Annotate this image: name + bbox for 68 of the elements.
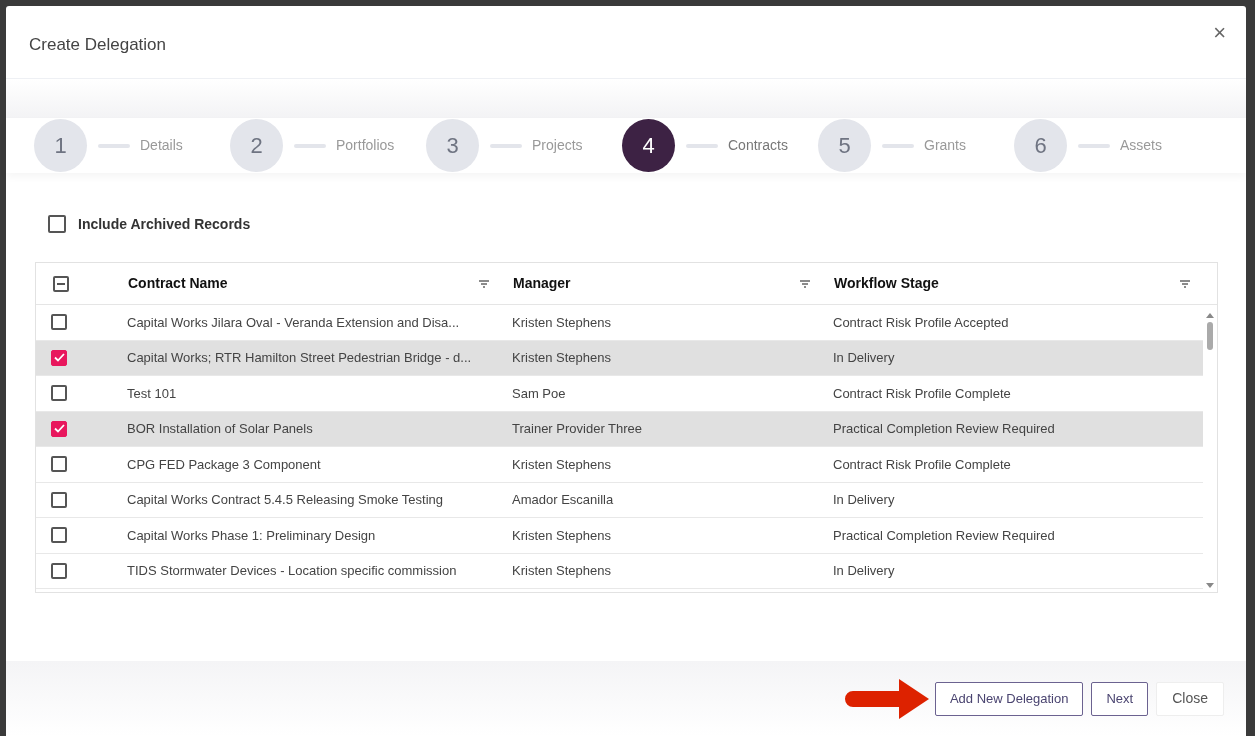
table-cell-text: In Delivery: [832, 349, 895, 367]
table-cell-text: Contract Risk Profile Complete: [832, 384, 1011, 403]
table-cell-text: Kristen Stephens: [511, 526, 612, 545]
step-connector: [1078, 143, 1110, 148]
scroll-up-icon[interactable]: [1206, 313, 1214, 318]
arrow-icon: [842, 678, 929, 719]
step-connector: [98, 143, 130, 148]
action-button[interactable]: Add New Delegation: [934, 681, 1084, 716]
step-number[interactable]: 6: [1014, 119, 1067, 172]
checkbox[interactable]: [51, 562, 67, 579]
table-cell-text: Contract Risk Profile Accepted: [832, 313, 1009, 332]
close-button[interactable]: Close: [1156, 681, 1224, 716]
step-connector: [882, 143, 914, 148]
checkbox[interactable]: [51, 314, 67, 331]
table-cell-text: Capital Works Phase 1: Preliminary Design: [126, 526, 377, 545]
step-number[interactable]: 3: [426, 119, 479, 172]
table-cell-text: Amador Escanilla: [511, 491, 615, 509]
step-number[interactable]: 2: [230, 119, 283, 172]
step-number[interactable]: 5: [818, 119, 871, 172]
select-all-checkbox[interactable]: [53, 275, 69, 292]
table-cell-text: Practical Completion Review Required: [832, 420, 1055, 438]
table-cell-text: Kristen Stephens: [511, 562, 612, 580]
table-cell-text: BOR Installation of Solar Panels: [126, 420, 314, 438]
checkbox[interactable]: [51, 491, 67, 508]
table-cell-text: Kristen Stephens: [511, 313, 612, 332]
table-row[interactable]: BOR Installation of Solar Panels Trainer Provider Three Practical Completion Review Required: [36, 411, 1203, 447]
table-cell-text: Contract Risk Profile Complete: [832, 455, 1011, 474]
table-cell-text: Capital Works Jilara Oval - Veranda Extension and Disa...: [126, 313, 461, 332]
checkbox-label: Include Archived Records: [78, 214, 251, 234]
action-button[interactable]: Next: [1091, 681, 1149, 716]
column-header[interactable]: Contract Name: [128, 273, 228, 294]
checkbox[interactable]: [51, 527, 67, 544]
filter-icon[interactable]: [1180, 279, 1190, 288]
table-cell-text: CPG FED Package 3 Component: [126, 455, 322, 474]
checkbox[interactable]: [51, 420, 67, 437]
table-cell-text: Kristen Stephens: [511, 349, 612, 367]
scrollbar-thumb[interactable]: [1207, 322, 1213, 350]
column-header[interactable]: Manager: [513, 273, 571, 294]
filter-icon[interactable]: [800, 279, 810, 288]
checkbox[interactable]: [51, 456, 67, 473]
table-cell-text: In Delivery: [832, 491, 895, 509]
table-cell-text: In Delivery: [832, 562, 895, 580]
step-number[interactable]: 1: [34, 119, 87, 172]
column-header[interactable]: Workflow Stage: [834, 273, 939, 294]
step-number[interactable]: 4: [622, 119, 675, 172]
table-cell-text: TIDS Stormwater Devices - Location specific commission: [126, 562, 458, 580]
minus-icon: [57, 282, 65, 285]
checkbox[interactable]: [48, 215, 66, 233]
check-icon: [53, 424, 65, 434]
step-connector: [294, 143, 326, 148]
table-cell-text: Practical Completion Review Required: [832, 526, 1055, 545]
check-icon: [53, 353, 65, 363]
scroll-down-icon[interactable]: [1206, 583, 1214, 588]
table-cell-text: Trainer Provider Three: [511, 420, 644, 438]
close-button[interactable]: ×: [1213, 22, 1226, 44]
dialog-title: Create Delegation: [29, 34, 167, 56]
table-cell-text: Capital Works Contract 5.4.5 Releasing Smoke Testing: [126, 491, 444, 509]
table-row[interactable]: Capital Works; RTR Hamilton Street Pedestrian Bridge - d... Kristen Stephens In Delivery: [36, 340, 1203, 376]
step-label[interactable]: Contracts: [728, 135, 788, 156]
table-cell-text: Kristen Stephens: [511, 455, 612, 474]
filter-icon[interactable]: [479, 279, 489, 288]
checkbox[interactable]: [51, 349, 67, 366]
checkbox[interactable]: [51, 385, 67, 402]
step-connector: [686, 143, 718, 148]
table-cell-text: Test 101: [126, 384, 178, 403]
table-cell-text: Capital Works; RTR Hamilton Street Pedestrian Bridge - d...: [126, 349, 473, 367]
table-cell-text: Sam Poe: [511, 384, 567, 403]
step-connector: [490, 143, 522, 148]
